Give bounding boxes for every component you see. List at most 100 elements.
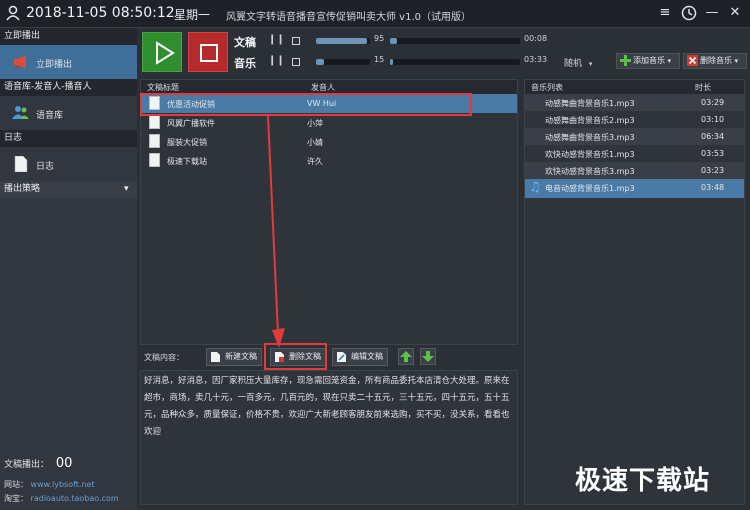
- new-doc-label: 新建文稿: [225, 352, 257, 361]
- sidebar: 立即播出 立即播出 语音库-发音人-播音人 语音库 日志 日志 播出策略 ▾ 文…: [0, 28, 137, 510]
- music-name: 动感舞曲背景音乐3.mp3: [545, 133, 635, 142]
- broadcast-count-row: 文稿播出： 00: [4, 456, 72, 471]
- doc-speaker: 小萍: [307, 119, 323, 128]
- edit-doc-icon: [337, 352, 346, 362]
- taobao-row: 淘宝： radioauto.taobao.com: [4, 493, 119, 504]
- document-list: 文稿标题 发音人 优惠活动促销 VW Hui 风翼广播软件 小萍 服装大促销 小婧 极速下载…: [140, 79, 518, 345]
- list-item[interactable]: ♫ 电音动感背景音乐1.mp3 03:48: [525, 179, 744, 198]
- move-up-button[interactable]: [398, 348, 414, 365]
- table-row[interactable]: 极速下载站 许久: [141, 151, 517, 170]
- doc-progress-slider[interactable]: [390, 38, 520, 44]
- broadcast-count: 00: [55, 456, 73, 471]
- minimize-icon[interactable]: —: [703, 4, 721, 22]
- doc-volume-slider[interactable]: [316, 38, 370, 44]
- list-item[interactable]: 欢快动感背景音乐3.mp3 03:23: [525, 162, 744, 179]
- doc-speaker: 小婧: [307, 138, 323, 147]
- doc-volume-value: 95: [374, 34, 385, 43]
- annotation-arrow: [267, 115, 285, 348]
- col-doc-title: 文稿标题: [147, 83, 179, 92]
- music-time: 03:33: [524, 55, 548, 64]
- music-volume-value: 15: [374, 55, 385, 64]
- doc-title: 风翼广播软件: [167, 119, 215, 128]
- music-pause-icon[interactable]: ❙❙: [268, 55, 285, 66]
- add-music-button[interactable]: 添加音乐 ▾: [616, 53, 680, 69]
- website-link[interactable]: www.lybsoft.net: [31, 480, 95, 489]
- music-duration: 03:53: [701, 149, 725, 158]
- sidebar-item-label: 语音库: [36, 111, 64, 121]
- doc-pause-icon[interactable]: ❙❙: [268, 34, 285, 45]
- music-label: 音乐: [234, 57, 256, 70]
- content-label: 文稿内容：: [144, 353, 184, 362]
- music-duration: 06:34: [701, 132, 725, 141]
- list-item[interactable]: 动感舞曲背景音乐3.mp3 06:34: [525, 128, 744, 145]
- doc-progress-fill: [390, 38, 397, 44]
- sidebar-item-label: 立即播出: [36, 60, 73, 70]
- title-bar: 2018-11-05 08:50:12 星期一 风翼文字转语音播音宣传促销叫卖大…: [0, 0, 750, 28]
- music-table-header: 音乐列表 时长: [525, 80, 744, 94]
- doc-title: 极速下载站: [167, 157, 207, 166]
- highlight-box-selected-doc: [140, 93, 472, 116]
- add-music-label: 添加音乐: [633, 56, 665, 65]
- section-header-broadcast: 立即播出: [0, 28, 137, 45]
- play-button[interactable]: [142, 32, 182, 72]
- sidebar-item-label: 日志: [36, 162, 55, 172]
- chevron-down-icon: ▾: [124, 184, 129, 194]
- music-name: 动感舞曲背景音乐2.mp3: [545, 116, 635, 125]
- music-name: 动感舞曲背景音乐1.mp3: [545, 99, 635, 108]
- col-speaker: 发音人: [311, 83, 335, 92]
- music-list: 音乐列表 时长 动感舞曲背景音乐1.mp3 03:29 动感舞曲背景音乐2.mp3 0…: [524, 79, 745, 505]
- stop-button[interactable]: [188, 32, 228, 72]
- broadcast-count-label: 文稿播出：: [4, 460, 50, 470]
- new-doc-button[interactable]: 新建文稿: [206, 348, 262, 366]
- arrow-down-icon: [422, 351, 434, 362]
- chevron-down-icon: ▾: [734, 57, 739, 65]
- document-icon: [149, 134, 160, 148]
- close-icon[interactable]: ✕: [726, 4, 744, 22]
- music-volume-slider[interactable]: [316, 59, 370, 65]
- document-icon: [12, 155, 30, 173]
- doc-stop-icon[interactable]: [292, 37, 300, 45]
- music-progress-fill: [390, 59, 393, 65]
- section-header-log: 日志: [0, 130, 137, 147]
- menu-icon[interactable]: ≡: [656, 4, 674, 22]
- plus-icon: [620, 55, 631, 66]
- doc-content-text[interactable]: 好消息，好消息，因厂家积压大量库存，现急需回笼资金，所有商品委托本店清仓大处理。…: [140, 370, 518, 505]
- col-music-list: 音乐列表: [531, 83, 563, 92]
- list-item[interactable]: 动感舞曲背景音乐1.mp3 03:29: [525, 94, 744, 111]
- delete-music-label: 删除音乐: [700, 56, 732, 65]
- sidebar-item-broadcast[interactable]: 立即播出: [0, 45, 137, 79]
- edit-doc-label: 编辑文稿: [351, 352, 383, 361]
- table-row[interactable]: 服装大促销 小婧: [141, 132, 517, 151]
- delete-music-button[interactable]: 删除音乐 ▾: [683, 53, 747, 69]
- list-item[interactable]: 欢快动感背景音乐1.mp3 03:53: [525, 145, 744, 162]
- app-title: 风翼文字转语音播音宣传促销叫卖大师 v1.0（试用版）: [226, 12, 471, 23]
- arrow-up-icon: [400, 351, 412, 362]
- music-duration: 03:10: [701, 115, 725, 124]
- edit-doc-button[interactable]: 编辑文稿: [332, 348, 388, 366]
- doc-time: 00:08: [524, 34, 548, 43]
- content-toolbar: 文稿内容： 新建文稿 删除文稿 编辑文稿: [140, 345, 518, 369]
- move-down-button[interactable]: [420, 348, 436, 365]
- doc-title: 服装大促销: [167, 138, 207, 147]
- music-name: 欢快动感背景音乐3.mp3: [545, 167, 635, 176]
- doc-speaker: 许久: [307, 157, 323, 166]
- section-header-voice: 语音库-发音人-播音人: [0, 79, 137, 96]
- music-duration: 03:23: [701, 166, 725, 175]
- list-item[interactable]: 动感舞曲背景音乐2.mp3 03:10: [525, 111, 744, 128]
- doc-table-header: 文稿标题 发音人: [141, 80, 517, 94]
- taobao-link[interactable]: radioauto.taobao.com: [31, 494, 119, 503]
- user-icon[interactable]: [6, 5, 20, 21]
- music-progress-slider[interactable]: [390, 59, 520, 65]
- strategy-dropdown[interactable]: 播出策略 ▾: [0, 181, 137, 198]
- col-duration: 时长: [695, 83, 711, 92]
- music-stop-icon[interactable]: [292, 58, 300, 66]
- clock-icon[interactable]: [680, 4, 698, 22]
- users-icon: [12, 105, 30, 121]
- sidebar-item-voice-library[interactable]: 语音库: [0, 96, 137, 130]
- music-name: 欢快动感背景音乐1.mp3: [545, 150, 635, 159]
- music-duration: 03:48: [701, 183, 725, 192]
- play-mode-dropdown[interactable]: 随机 ▾: [564, 56, 592, 69]
- sidebar-item-log[interactable]: 日志: [0, 147, 137, 181]
- document-icon: [149, 153, 160, 167]
- megaphone-icon: [12, 54, 30, 70]
